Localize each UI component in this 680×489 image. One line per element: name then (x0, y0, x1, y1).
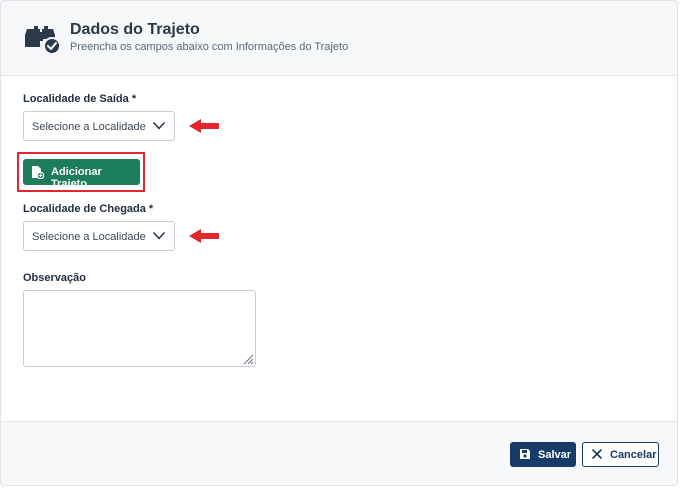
chevron-down-icon (153, 122, 165, 130)
page-title: Dados do Trajeto (70, 21, 200, 38)
arrival-select[interactable]: Selecione a Localidade (23, 221, 175, 251)
red-arrow-annotation-icon (189, 119, 219, 133)
add-route-label: Adicionar Trajeto (51, 166, 102, 190)
panel-header: Dados do Trajeto Preencha os campos abai… (1, 1, 677, 76)
file-plus-icon (32, 166, 44, 179)
save-label: Salvar (538, 449, 572, 461)
departure-label: Localidade de Saída * (23, 93, 137, 105)
map-route-check-icon (25, 26, 61, 55)
cancel-button[interactable]: Cancelar (582, 442, 659, 467)
save-icon (520, 449, 530, 459)
arrival-select-placeholder: Selecione a Localidade (32, 231, 146, 243)
departure-select-placeholder: Selecione a Localidade (32, 121, 146, 133)
resize-grip-icon[interactable] (242, 353, 254, 365)
observation-textarea[interactable] (23, 290, 256, 367)
add-route-button[interactable]: Adicionar Trajeto (23, 159, 140, 190)
red-arrow-annotation-icon (189, 229, 219, 243)
page-subtitle: Preencha os campos abaixo com Informaçõe… (70, 41, 349, 53)
cancel-label: Cancelar (610, 449, 657, 461)
save-button[interactable]: Salvar (510, 442, 576, 467)
departure-select[interactable]: Selecione a Localidade (23, 111, 175, 141)
observation-label: Observação (23, 272, 86, 284)
route-data-panel: Dados do Trajeto Preencha os campos abai… (0, 0, 678, 486)
chevron-down-icon (153, 232, 165, 240)
arrival-label: Localidade de Chegada * (23, 203, 154, 215)
close-icon (592, 449, 602, 459)
